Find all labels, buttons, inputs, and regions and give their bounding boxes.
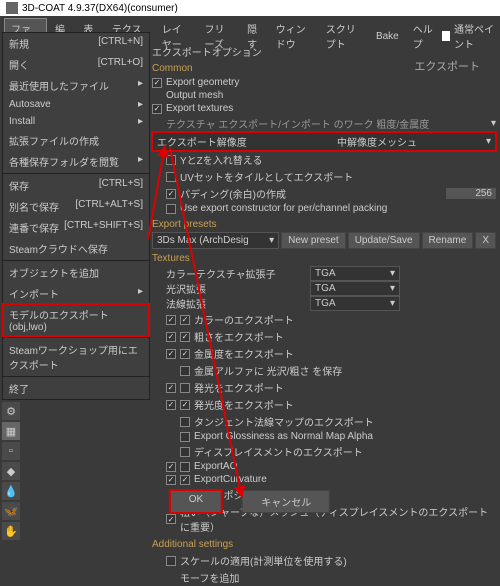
menu-autosave[interactable]: Autosave▸ [3, 96, 149, 113]
chk-gloss-normal[interactable] [180, 432, 190, 442]
menu-install[interactable]: Install▸ [3, 113, 149, 130]
dd-export-resolution[interactable]: エクスポート解像度 中解像度メッシュ ▾ [152, 132, 496, 151]
dialog-footer: OK キャンセル [170, 490, 330, 513]
dd-preset[interactable]: 3Ds Max (ArchDesig▾ [152, 232, 279, 249]
section-presets: Export presets [152, 219, 496, 230]
chk-export-textures[interactable] [152, 104, 162, 114]
chk-disp-exp[interactable] [180, 447, 190, 457]
padding-value[interactable]: 256 [446, 188, 496, 199]
btn-delete-preset[interactable]: X [475, 232, 496, 249]
dd-color-ext[interactable]: TGA▾ [310, 266, 400, 281]
btn-add-morph[interactable]: モーフを追加 [180, 570, 239, 585]
chk-curv[interactable] [166, 475, 176, 485]
ok-button[interactable]: OK [170, 490, 222, 513]
chk-tangent-normal[interactable] [180, 417, 190, 427]
chk-swap-yz[interactable] [166, 155, 176, 165]
chk-emit-exp[interactable] [166, 383, 176, 393]
label-tex-work: テクスチャ エクスポート/インポート のワーク 粗度/金属度 [166, 116, 429, 131]
chk2-metal-exp[interactable] [180, 349, 190, 359]
window-titlebar: 3D-COAT 4.9.37(DX64)(consumer) [0, 0, 500, 16]
export-options-title: エクスポートオプション [152, 44, 496, 59]
chk2-ao[interactable] [180, 462, 190, 472]
menu-export-steam[interactable]: Steamワークショップ用にエクスポート [3, 339, 149, 375]
menu-add-object[interactable]: オブジェクトを追加 [3, 262, 149, 283]
menu-import[interactable]: インポート▸ [3, 283, 149, 304]
chk-metal-alpha[interactable] [180, 366, 190, 376]
chevron-down-icon: ▾ [486, 136, 491, 147]
chk2-curv[interactable] [180, 475, 190, 485]
menu-export-model[interactable]: モデルのエクスポート(obj,lwo) [3, 304, 149, 336]
cancel-button[interactable]: キャンセル [242, 490, 330, 513]
chk-scale-apply[interactable] [166, 556, 176, 566]
section-textures: Textures [152, 253, 496, 264]
chk-uv-tile[interactable] [166, 172, 176, 182]
chk-export-geometry[interactable] [152, 78, 162, 88]
dd-normal-ext[interactable]: TGA▾ [310, 296, 400, 311]
menu-save-inc[interactable]: 連番で保存[CTRL+SHIFT+S] [3, 217, 149, 238]
chk-rough-sharp[interactable] [166, 514, 176, 524]
tool-gear-icon[interactable]: ⚙ [2, 402, 20, 420]
file-menu-dropdown: 新規[CTRL+N] 開く[CTRL+O] 最近使用したファイル▸ Autosa… [2, 32, 150, 400]
menu-save[interactable]: 保存[CTRL+S] [3, 175, 149, 196]
menu-save-steam[interactable]: Steamクラウドへ保存 [3, 238, 149, 259]
app-icon [6, 2, 18, 14]
tool-hand-icon[interactable]: ✋ [2, 522, 20, 540]
chk-rough-exp[interactable] [166, 332, 176, 342]
chk-padding[interactable] [166, 189, 176, 199]
paint-mode-checkbox[interactable] [442, 31, 450, 41]
chk-use-constructor[interactable] [166, 204, 176, 214]
tool-wing-icon[interactable]: 🦋 [2, 502, 20, 520]
chk-ao[interactable] [166, 462, 176, 472]
chk-color-exp[interactable] [166, 315, 176, 325]
chevron-down-icon[interactable]: ▾ [491, 118, 496, 129]
btn-rename[interactable]: Rename [422, 232, 474, 249]
chk2-rough-exp[interactable] [180, 332, 190, 342]
label-output-mesh: Output mesh [166, 90, 223, 101]
menu-new[interactable]: 新規[CTRL+N] [3, 33, 149, 54]
tool-drop-icon[interactable]: 💧 [2, 482, 20, 500]
menu-bake[interactable]: Bake [370, 29, 405, 44]
menu-open[interactable]: 開く[CTRL+O] [3, 54, 149, 75]
tool-box-icon[interactable]: ▫ [2, 442, 20, 460]
btn-update-save[interactable]: Update/Save [348, 232, 420, 249]
window-title: 3D-COAT 4.9.37(DX64)(consumer) [22, 3, 178, 14]
chk2-emitdeg-exp[interactable] [180, 400, 190, 410]
section-additional: Additional settings [152, 539, 496, 550]
menu-recent[interactable]: 最近使用したファイル▸ [3, 75, 149, 96]
menu-save-as[interactable]: 別名で保存[CTRL+ALT+S] [3, 196, 149, 217]
menu-create-ext[interactable]: 拡張ファイルの作成 [3, 130, 149, 151]
btn-new-preset[interactable]: New preset [281, 232, 346, 249]
tool-shape-icon[interactable]: ◆ [2, 462, 20, 480]
menu-browse-folders[interactable]: 各種保存フォルダを閲覧▸ [3, 151, 149, 172]
tool-grid-icon[interactable]: ▦ [2, 422, 20, 440]
dd-gloss-ext[interactable]: TGA▾ [310, 281, 400, 296]
section-common: Common [152, 63, 496, 74]
menu-exit[interactable]: 終了 [3, 378, 149, 399]
chk2-emit-exp[interactable] [180, 383, 190, 393]
chk-metal-exp[interactable] [166, 349, 176, 359]
chk-emitdeg-exp[interactable] [166, 400, 176, 410]
chk2-color-exp[interactable] [180, 315, 190, 325]
export-options-panel: エクスポートオプション Common Export geometry Outpu… [152, 44, 496, 515]
